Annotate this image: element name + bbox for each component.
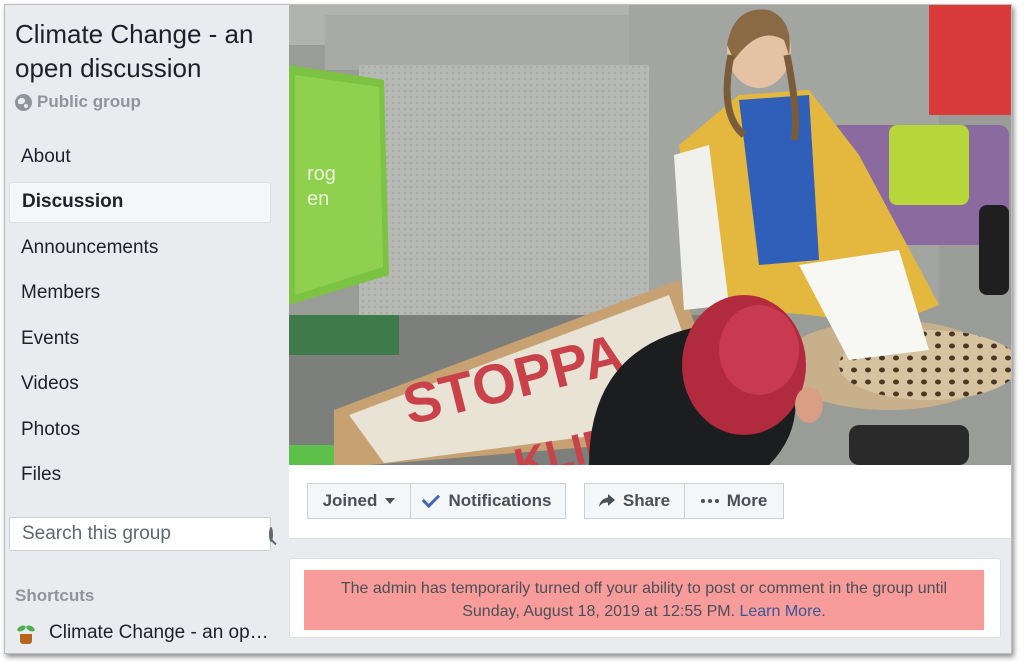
nav-item-discussion[interactable]: Discussion: [9, 181, 271, 223]
notifications-label: Notifications: [448, 491, 552, 510]
poster-text: rog: [307, 163, 336, 185]
more-button[interactable]: More: [684, 483, 784, 519]
group-title[interactable]: Climate Change - an open discussion: [15, 17, 275, 85]
poster-text-2: en: [307, 188, 329, 210]
notifications-button[interactable]: Notifications: [410, 483, 566, 519]
share-label: Share: [622, 491, 671, 510]
left-sidebar: Climate Change - an open discussion Publ…: [5, 5, 287, 653]
notice-text-wrap: The admin has temporarily turned off you…: [314, 577, 974, 623]
group-search-box: [9, 517, 273, 551]
share-button[interactable]: Share: [584, 483, 685, 519]
check-icon: [421, 489, 440, 509]
notice-message: The admin has temporarily turned off you…: [340, 580, 948, 620]
group-search-input[interactable]: [20, 522, 269, 546]
app-window: Climate Change - an open discussion Publ…: [4, 4, 1012, 654]
privacy-text: Public group: [37, 92, 141, 111]
potted-plant-icon: [16, 622, 36, 644]
joined-button[interactable]: Joined: [307, 483, 411, 519]
more-dots-icon: [700, 499, 719, 503]
posting-restriction-card: The admin has temporarily turned off you…: [289, 558, 1001, 638]
cover-photo[interactable]: rog en STOPPA KLIMAT: [289, 5, 1011, 465]
nav-item-members[interactable]: Members: [9, 273, 271, 314]
shortcut-item[interactable]: Climate Change - an open discussion: [16, 622, 269, 644]
posting-restriction-banner: The admin has temporarily turned off you…: [304, 570, 984, 630]
search-icon[interactable]: [269, 526, 273, 542]
nav-item-events[interactable]: Events: [9, 318, 271, 359]
nav-item-announcements[interactable]: Announcements: [9, 227, 271, 268]
more-label: More: [726, 491, 768, 510]
shortcut-label: Climate Change - an open discussion: [49, 622, 269, 643]
nav-item-photos[interactable]: Photos: [9, 409, 271, 450]
share-icon: [598, 494, 615, 508]
group-nav: About Discussion Announcements Members E…: [9, 136, 271, 500]
nav-item-videos[interactable]: Videos: [9, 364, 271, 405]
globe-icon: [15, 93, 32, 111]
privacy-label: Public group: [15, 92, 141, 112]
notice-trailing: .: [821, 603, 826, 620]
group-actions-bar: Joined Notifications Share More: [289, 465, 1011, 539]
nav-item-files[interactable]: Files: [9, 455, 271, 496]
chevron-down-icon: [385, 498, 396, 504]
shortcuts-heading: Shortcuts: [15, 586, 95, 605]
joined-label: Joined: [322, 491, 378, 510]
nav-item-about[interactable]: About: [9, 136, 271, 177]
learn-more-link[interactable]: Learn More: [739, 603, 821, 620]
